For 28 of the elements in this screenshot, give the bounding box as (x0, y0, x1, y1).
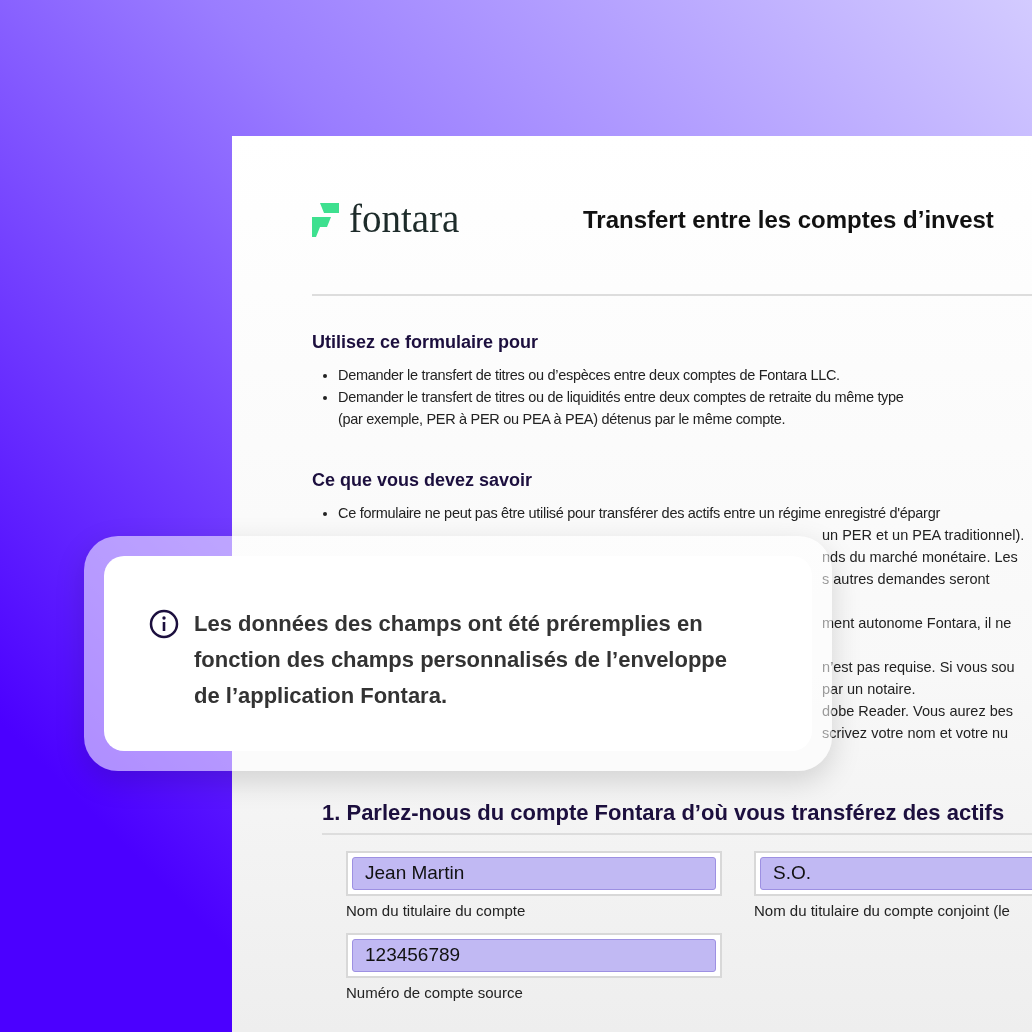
covered-text: scrivez votre nom et votre nu (822, 724, 1010, 743)
section-heading: Utilisez ce formulaire pour (312, 331, 540, 354)
covered-text: dobe Reader. Vous aurez bes (822, 702, 1015, 721)
form-section-heading: 1. Parlez-nous du compte Fontara d’où vous transférez des actifs (322, 800, 1005, 825)
bullet-icon (323, 512, 327, 516)
notice-text: Les données des champs ont été préremplies en fonction des champs personnalisés de l’enveloppe de l’application Fontara. (194, 610, 729, 710)
text-field[interactable]: Jean Martin (352, 857, 716, 890)
covered-text: nds du marché monétaire. Les (822, 548, 1019, 567)
covered-text: un PER et un PEA traditionnel). (822, 526, 1026, 545)
logo-mark-icon (312, 203, 339, 237)
covered-text: s autres demandes seront (822, 570, 991, 589)
field-label: Numéro de compte source (346, 982, 524, 1003)
section-heading: Ce que vous devez savoir (312, 469, 534, 492)
covered-text: ment autonome Fontara, il ne (822, 614, 1013, 633)
bullet-text: Demander le transfert de titres ou de liquidités entre deux comptes de retraite du même type (par exemple, PER à PER ou PEA à PEA) détenus par le même compte. (338, 388, 904, 429)
text-field[interactable]: 123456789 (352, 938, 716, 972)
bullet-text: Ce formulaire ne peut pas être utilisé pour transférer des actifs entre un régime enregistré d'épargr (338, 504, 940, 523)
text-field[interactable]: S.O. (760, 857, 1032, 890)
covered-text: par un notaire. (822, 680, 917, 699)
document-title: Transfert entre les comptes d’invest (583, 205, 994, 235)
field-label: Nom du titulaire du compte conjoint (le (754, 901, 1011, 921)
brand-logo: fontara (349, 198, 460, 238)
field-label: Nom du titulaire du compte (346, 901, 527, 921)
covered-text: n’est pas requise. Si vous sou (822, 658, 1016, 677)
bullet-text: Demander le transfert de titres ou d’espèces entre deux comptes de Fontara LLC. (338, 366, 840, 385)
info-icon (148, 608, 180, 640)
bullet-icon (323, 374, 327, 378)
bullet-icon (323, 396, 327, 400)
